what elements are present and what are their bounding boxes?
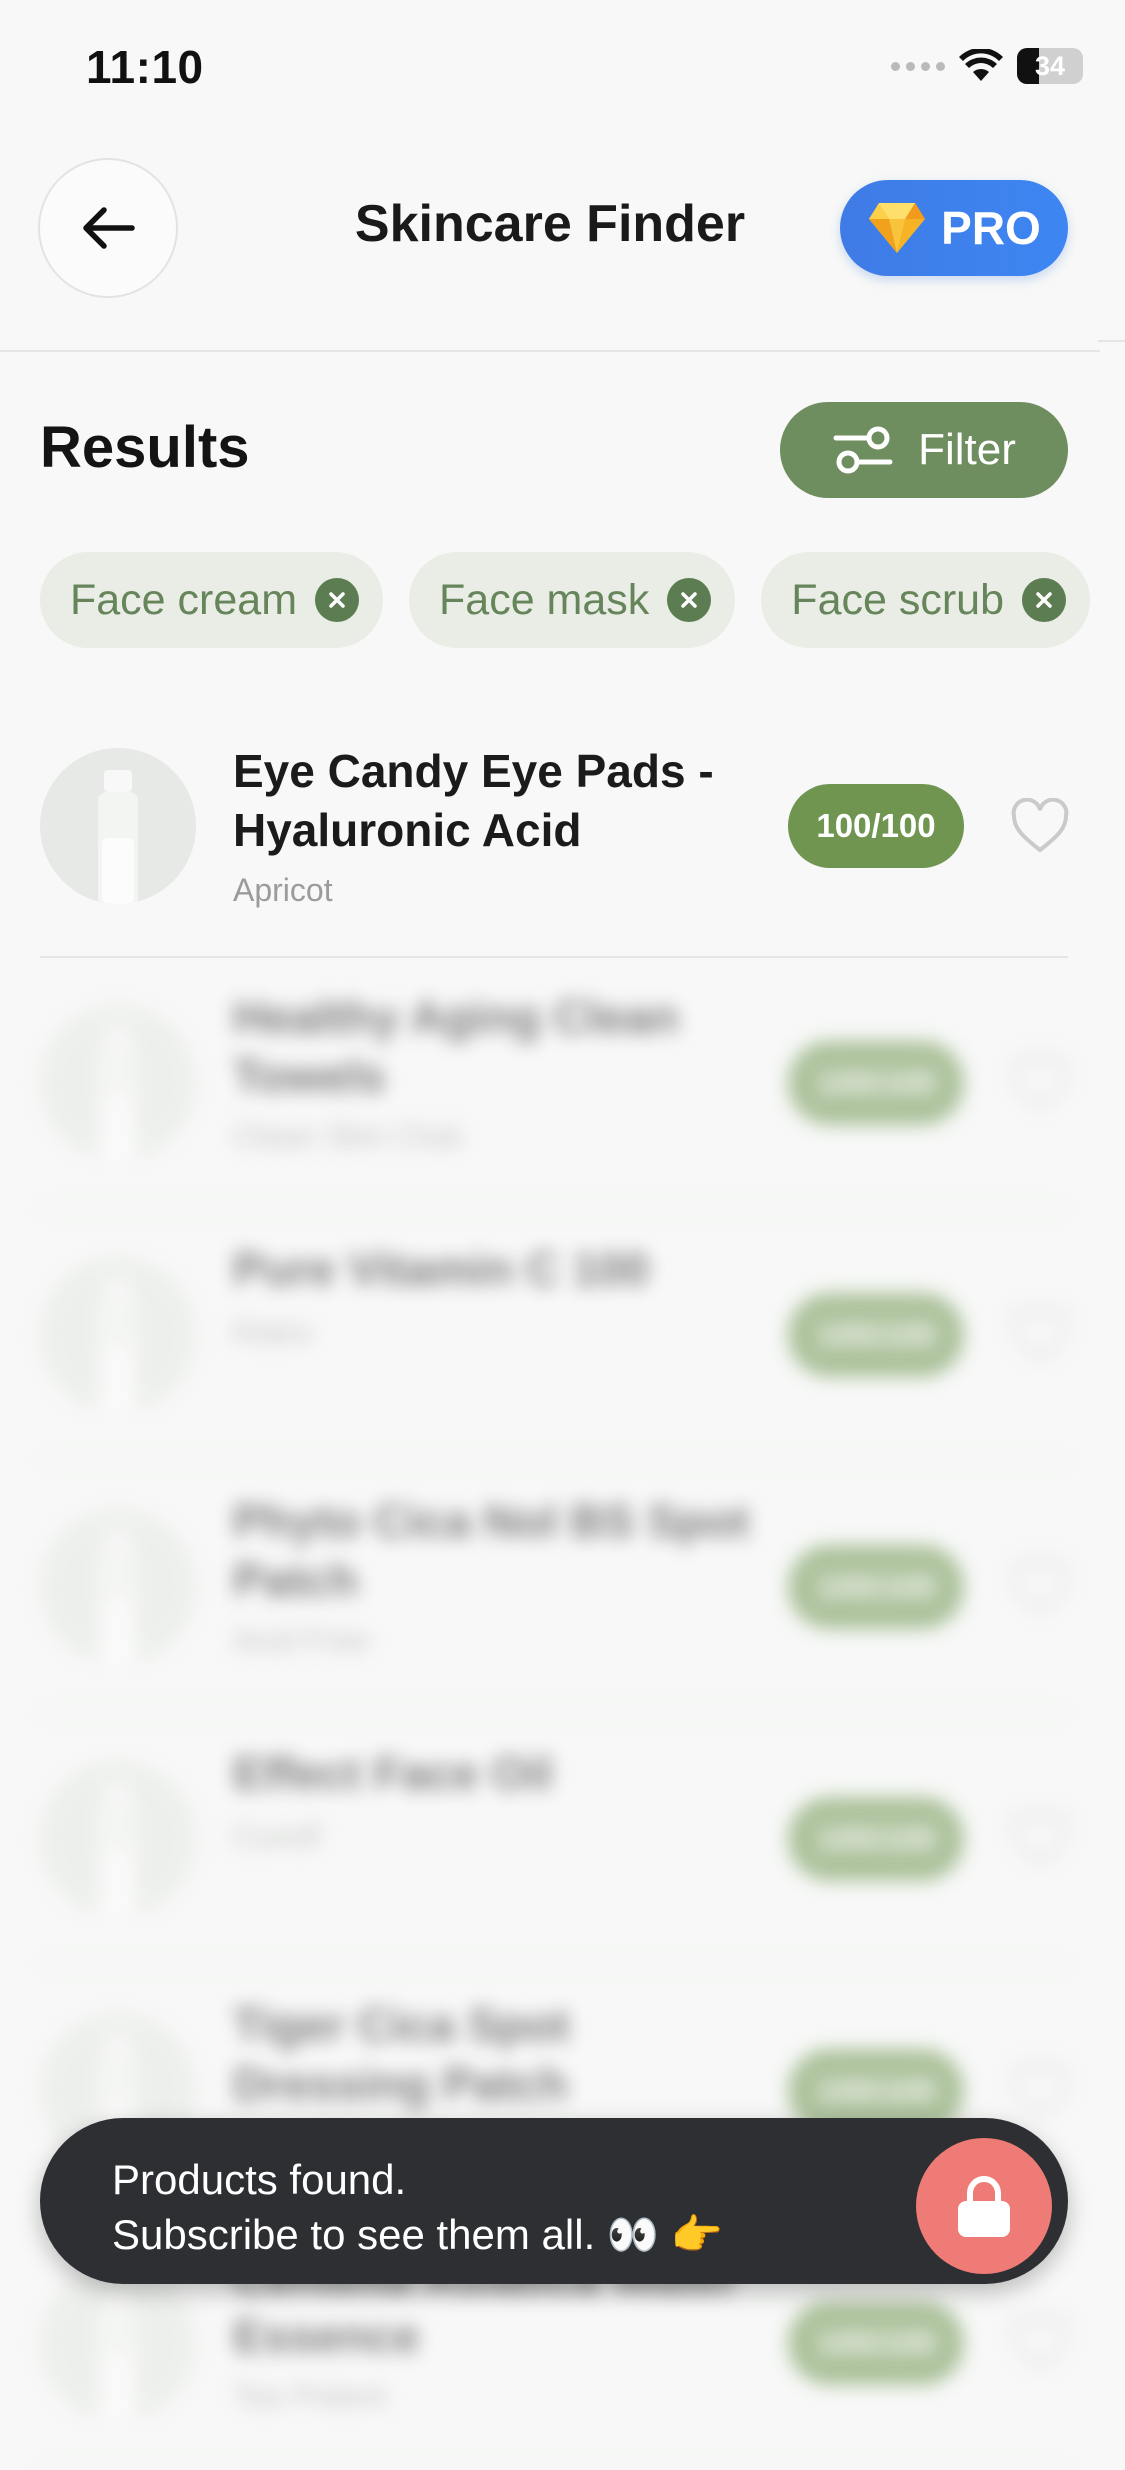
score-badge: 100/100	[788, 1293, 964, 1377]
subscribe-toast[interactable]: Products found. Subscribe to see them al…	[40, 2118, 1068, 2284]
product-thumbnail	[40, 748, 196, 904]
signal-icon	[891, 61, 945, 71]
product-name: Effect Face Oil	[233, 1747, 553, 1799]
heart-icon[interactable]	[1010, 1307, 1070, 1363]
unlock-button[interactable]	[916, 2138, 1052, 2274]
product-name: Tiger Cica Spot Dressing Patch	[233, 1999, 570, 2110]
chip-label: Face cream	[70, 575, 298, 624]
product-row[interactable]: Healthy Aging Clean Towels Clean Skin Clu…	[40, 958, 1070, 1210]
product-row[interactable]: Eye Candy Eye Pads - Hyaluronic Acid Apri…	[40, 728, 1070, 958]
heart-icon[interactable]	[1010, 2315, 1070, 2371]
bottle-icon	[98, 1783, 138, 1917]
heart-icon[interactable]	[1010, 1055, 1070, 1111]
score-badge: 100/100	[788, 2301, 964, 2385]
filter-chip[interactable]: Face mask	[409, 552, 736, 648]
product-thumbnail	[40, 1005, 196, 1161]
remove-chip-icon[interactable]	[667, 578, 712, 622]
product-name: Healthy Aging Clean Towels	[233, 991, 679, 1102]
toast-line-2: Subscribe to see them all. 👀 👉	[112, 2211, 724, 2258]
bottle-icon	[98, 770, 138, 904]
remove-chip-icon[interactable]	[1022, 578, 1066, 622]
score-badge: 100/100	[788, 1797, 964, 1881]
score-badge: 100/100	[788, 1545, 964, 1629]
sliders-icon	[833, 426, 893, 474]
product-name: Phyto Cica Nol BS Spot Patch	[233, 1495, 750, 1606]
heart-icon[interactable]	[1010, 1811, 1070, 1867]
remove-chip-icon[interactable]	[315, 578, 360, 622]
bottle-icon	[98, 1027, 138, 1161]
product-brand: Acid Free	[233, 1622, 370, 1658]
product-thumbnail	[40, 2265, 196, 2421]
status-time: 11:10	[86, 41, 204, 93]
product-name: Eye Candy Eye Pads - Hyaluronic Acid	[233, 745, 714, 856]
app-header: Skincare Finder PRO	[0, 150, 1100, 352]
product-row[interactable]: Phyto Cica Nol BS Spot Patch Acid Free 100…	[40, 1462, 1070, 1714]
chips-scroll[interactable]: Face cream Face mask Face scrub	[0, 540, 1100, 670]
product-thumbnail	[40, 1257, 196, 1413]
filter-chip[interactable]: Face cream	[40, 552, 384, 648]
results-heading: Results	[40, 415, 250, 480]
product-brand: Clean Skin Club	[233, 1118, 463, 1154]
chip-label: Face scrub	[791, 575, 1004, 624]
heart-icon[interactable]	[1010, 798, 1070, 854]
battery-level: 34	[1034, 50, 1066, 81]
toast-text: Products found. Subscribe to see them al…	[112, 2152, 723, 2262]
score-badge: 100/100	[788, 784, 964, 868]
product-brand: Too Potent	[233, 2378, 386, 2414]
product-brand: Klairs	[233, 1314, 314, 1350]
product-brand: Apricot	[233, 872, 333, 908]
header-edge-divider	[1098, 340, 1125, 342]
score-badge: 100/100	[788, 1041, 964, 1125]
wifi-icon	[959, 49, 1003, 81]
product-thumbnail	[40, 1761, 196, 1917]
bottle-icon	[98, 2287, 138, 2421]
battery-icon: 34	[1017, 48, 1083, 84]
pro-label: PRO	[941, 202, 1041, 254]
pro-button[interactable]: PRO	[840, 180, 1068, 276]
product-row[interactable]: Pure Vitamin C 100 Klairs 100/100	[40, 1210, 1070, 1462]
product-row[interactable]: Effect Face Oil Curotf 100/100	[40, 1714, 1070, 1966]
status-icons: 34	[891, 46, 1083, 86]
diamond-icon	[869, 203, 926, 253]
filter-label: Filter	[918, 425, 1016, 474]
bottle-icon	[98, 1531, 138, 1665]
product-name: Pure Vitamin C 100	[233, 1243, 649, 1295]
product-brand: Curotf	[233, 1818, 321, 1854]
toast-line-1: Products found.	[112, 2156, 407, 2203]
lock-icon	[958, 2176, 1010, 2237]
heart-icon[interactable]	[1010, 2063, 1070, 2119]
chip-label: Face mask	[439, 575, 650, 624]
status-bar: 11:10 34	[0, 0, 1125, 130]
filter-button[interactable]: Filter	[780, 402, 1068, 498]
filter-chip[interactable]: Face scrub	[761, 552, 1090, 648]
bottle-icon	[98, 1279, 138, 1413]
heart-icon[interactable]	[1010, 1559, 1070, 1615]
product-thumbnail	[40, 1509, 196, 1665]
